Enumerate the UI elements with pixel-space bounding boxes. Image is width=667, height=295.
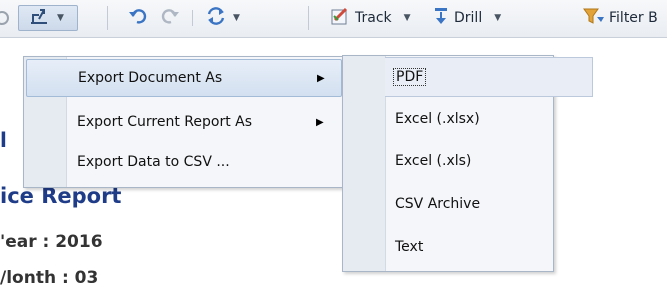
menu-item-label: Export Document As — [78, 70, 223, 86]
submenu-item-label: Text — [395, 239, 424, 255]
submenu-item-csv-archive[interactable]: CSV Archive — [343, 185, 553, 223]
submenu-item-pdf[interactable]: PDF — [343, 58, 553, 96]
track-button[interactable]: Track ▼ — [330, 5, 411, 31]
toolbar-separator — [192, 10, 193, 26]
menu-item-export-data-to-csv[interactable]: Export Data to CSV ... — [24, 143, 344, 181]
export-format-submenu: PDF Excel (.xlsx) Excel (.xls) CSV Archi… — [342, 55, 593, 272]
report-month: /lonth : 03 — [0, 268, 99, 288]
menu-item-label: Export Data to CSV ... — [77, 154, 230, 170]
export-menu: Export Document As ▶ Export Current Repo… — [23, 56, 346, 188]
toolbar: ▼ ▼ Track ▼ Drill ▼ Filter B — [0, 0, 667, 38]
chevron-down-icon[interactable]: ▼ — [233, 13, 240, 23]
export-icon — [29, 6, 51, 30]
refresh-icon — [205, 6, 227, 30]
toolbar-separator — [107, 6, 108, 30]
refresh-button[interactable]: ▼ — [205, 5, 240, 31]
submenu-arrow-icon: ▶ — [317, 72, 325, 84]
chevron-down-icon[interactable]: ▼ — [404, 13, 411, 23]
chevron-down-icon[interactable]: ▼ — [494, 13, 501, 23]
submenu-item-excel-xlsx[interactable]: Excel (.xlsx) — [343, 100, 553, 138]
drill-button[interactable]: Drill ▼ — [433, 5, 501, 31]
redo-icon — [160, 7, 180, 29]
filter-bar-label: Filter B — [609, 10, 658, 26]
menu-item-export-document-as[interactable]: Export Document As ▶ — [26, 59, 342, 97]
cut-off-icon[interactable] — [0, 5, 10, 31]
submenu-arrow-icon: ▶ — [316, 116, 324, 128]
submenu-item-excel-xls[interactable]: Excel (.xls) — [343, 142, 553, 180]
filter-bar-button[interactable]: Filter B — [583, 5, 658, 31]
track-icon — [330, 6, 350, 30]
filter-bar-icon — [583, 6, 605, 30]
submenu-item-label: Excel (.xlsx) — [395, 111, 480, 127]
submenu-item-text[interactable]: Text — [343, 228, 553, 266]
undo-icon — [128, 7, 148, 29]
menu-item-label: Export Current Report As — [77, 114, 253, 130]
export-button[interactable]: ▼ — [18, 5, 78, 31]
report-heading: l — [0, 128, 7, 152]
toolbar-separator — [308, 6, 309, 30]
submenu-item-label: PDF — [393, 68, 427, 86]
track-label: Track — [355, 10, 392, 26]
drill-label: Drill — [454, 10, 483, 26]
chevron-down-icon: ▼ — [57, 13, 64, 23]
drill-icon — [433, 6, 449, 30]
undo-button[interactable] — [128, 5, 148, 31]
submenu-item-label: Excel (.xls) — [395, 153, 472, 169]
redo-button[interactable] — [160, 5, 180, 31]
submenu-item-label: CSV Archive — [395, 196, 481, 212]
menu-item-export-current-report-as[interactable]: Export Current Report As ▶ — [24, 103, 344, 141]
report-year: 'ear : 2016 — [0, 232, 103, 252]
